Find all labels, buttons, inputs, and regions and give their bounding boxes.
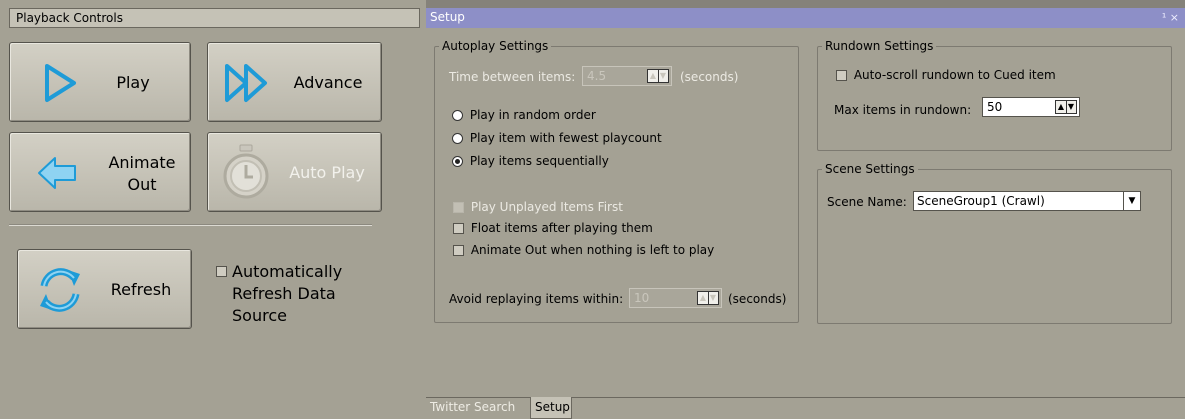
auto-scroll-label: Auto-scroll rundown to Cued item [853,68,1056,82]
max-items-stepper[interactable]: 50 ▲ ▼ [982,97,1080,117]
time-between-value: 4.5 [587,69,607,83]
radio-sequential[interactable]: Play items sequentially [452,153,609,169]
play-button[interactable]: Play [9,42,191,122]
time-between-stepper[interactable]: 4.5 ▲ ▼ [582,66,672,86]
auto-refresh-checkbox-box[interactable] [216,266,227,277]
auto-refresh-label-line1: Automatically [232,262,343,281]
float-items-checkbox[interactable]: Float items after playing them [453,220,653,236]
auto-play-label: Auto Play [289,163,365,182]
setup-title: Setup [430,10,465,24]
time-between-label: Time between items: [449,70,576,84]
avoid-replaying-value: 10 [634,291,650,305]
play-unplayed-first-checkbox[interactable]: Play Unplayed Items First [453,199,623,215]
scene-settings-legend: Scene Settings [825,162,915,176]
refresh-icon [40,268,80,312]
animate-out-button[interactable]: Animate Out [9,132,191,212]
max-items-label: Max items in rundown: [834,103,972,117]
scene-name-value: SceneGroup1 (Crawl) [917,194,1045,208]
auto-play-button[interactable]: Auto Play [207,132,382,212]
autoplay-settings-legend: Autoplay Settings [442,39,549,53]
auto-refresh-label-line3: Source [232,306,287,325]
stepper-buttons[interactable]: ▲ ▼ [1055,100,1077,114]
float-items-label: Float items after playing them [470,221,653,235]
avoid-replaying-unit: (seconds) [728,292,787,306]
divider [9,224,372,226]
scene-settings-group: Scene Settings [817,162,1172,324]
play-label: Play [116,73,150,92]
float-items-box[interactable] [453,223,464,234]
playback-controls-header: Playback Controls [9,8,420,28]
radio-sequential-label: Play items sequentially [469,154,609,168]
avoid-replaying-stepper[interactable]: 10 ▲ ▼ [629,288,722,308]
play-unplayed-first-box[interactable] [453,202,464,213]
scene-name-select[interactable]: SceneGroup1 (Crawl) ▼ [913,191,1141,211]
max-items-value: 50 [987,100,1003,114]
radio-fewest-label: Play item with fewest playcount [469,131,662,145]
radio-random-label: Play in random order [469,108,596,122]
chevron-down-icon[interactable]: ▼ [1123,192,1140,210]
stopwatch-icon [223,144,269,199]
play-unplayed-first-label: Play Unplayed Items First [470,200,623,214]
advance-label: Advance [293,73,363,92]
fast-forward-icon [225,64,267,102]
play-icon [45,64,76,102]
time-between-unit: (seconds) [680,70,739,84]
radio-fewest[interactable]: Play item with fewest playcount [452,130,662,146]
tab-setup[interactable]: Setup [530,397,572,419]
tab-twitter-search[interactable]: Twitter Search [426,397,530,419]
auto-scroll-checkbox[interactable]: Auto-scroll rundown to Cued item [836,67,1056,83]
auto-refresh-checkbox[interactable]: Automatically Refresh Data Source [216,262,366,328]
animate-out-label-line2: Out [127,175,157,194]
radio-random[interactable]: Play in random order [452,107,596,123]
avoid-replaying-label: Avoid replaying items within: [449,292,624,306]
animate-out-empty-label: Animate Out when nothing is left to play [470,243,715,257]
pin-close-icons[interactable]: ¹ × [1162,10,1179,25]
scene-name-label: Scene Name: [827,195,907,209]
stepper-buttons[interactable]: ▲ ▼ [697,291,719,305]
auto-scroll-box[interactable] [836,70,847,81]
arrow-left-icon [38,157,76,189]
stepper-buttons[interactable]: ▲ ▼ [647,69,669,83]
radio-random-circle[interactable] [452,110,463,121]
advance-button[interactable]: Advance [207,42,382,122]
animate-out-empty-box[interactable] [453,245,464,256]
refresh-button[interactable]: Refresh [17,249,192,329]
radio-sequential-circle[interactable] [452,156,463,167]
auto-refresh-label-line2: Refresh Data [232,284,336,303]
radio-fewest-circle[interactable] [452,133,463,144]
refresh-label: Refresh [110,280,172,299]
animate-out-label-line1: Animate [108,153,176,172]
setup-titlebar: Setup ¹ × [426,8,1185,28]
animate-out-empty-checkbox[interactable]: Animate Out when nothing is left to play [453,242,714,258]
rundown-settings-group: Rundown Settings [817,39,1172,151]
rundown-settings-legend: Rundown Settings [825,39,934,53]
